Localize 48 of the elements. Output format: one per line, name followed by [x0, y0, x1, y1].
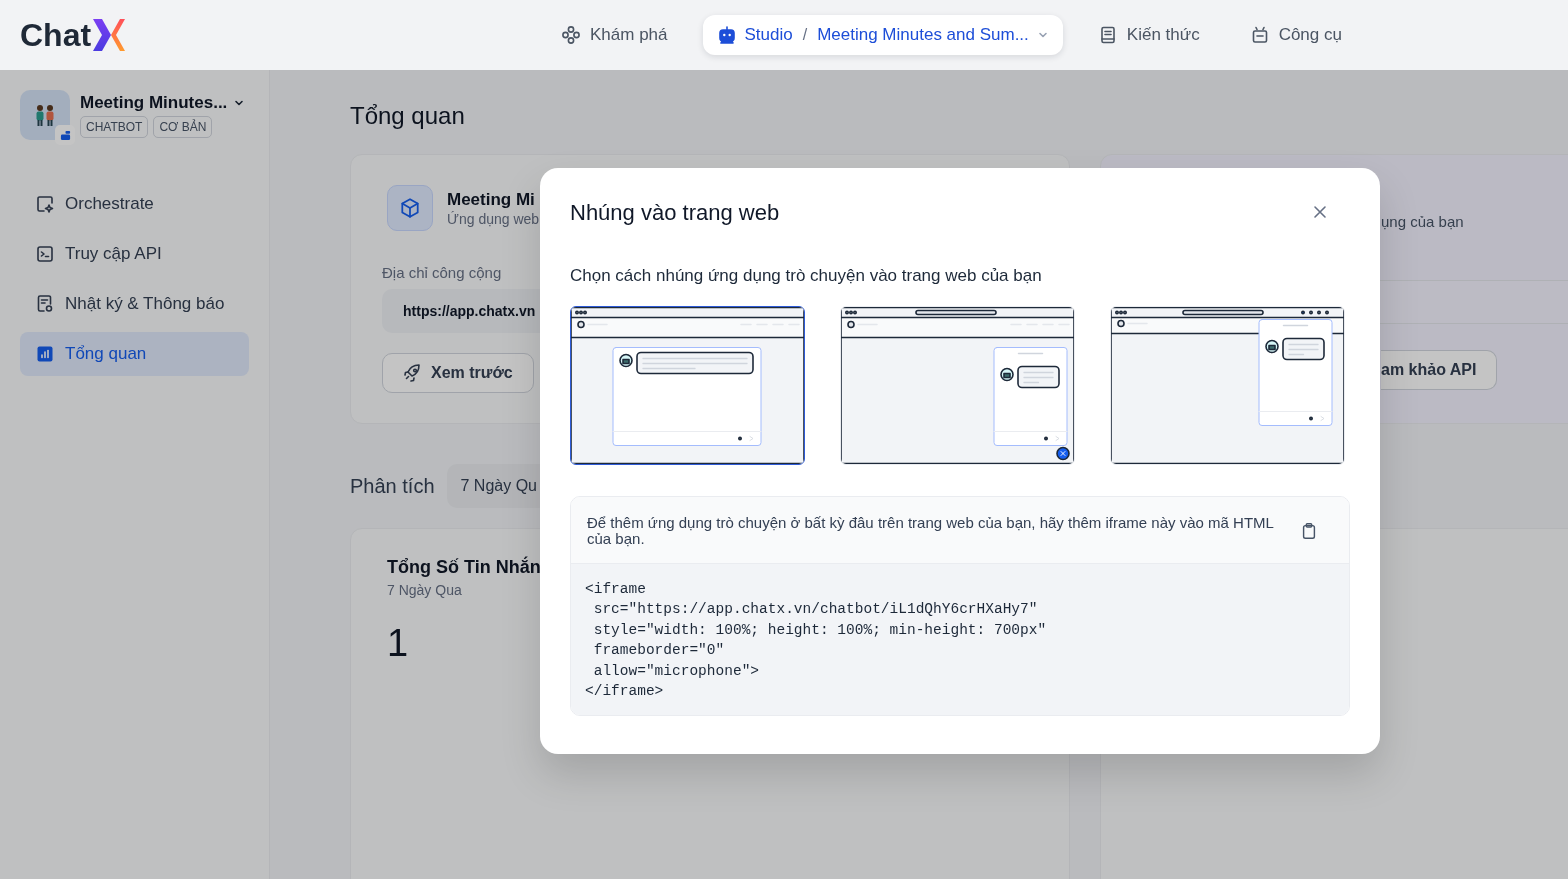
sidebar-item[interactable]: Truy cập API: [20, 232, 249, 276]
nav-tab[interactable]: Studio: [716, 25, 793, 45]
app-name: Meeting Minutes...: [80, 93, 228, 113]
stat-value: 1: [387, 622, 409, 665]
api-reference-button[interactable]: am khảo API: [1381, 350, 1498, 390]
code-line: style="width: 100%; height: 100%; min-height: 700px": [592, 620, 1048, 640]
four-circles-icon: [561, 25, 581, 45]
breadcrumb-separator: /: [802, 26, 808, 44]
app-dropdown[interactable]: Meeting Minutes and Sum...: [817, 25, 1049, 45]
nav-tab[interactable]: Kiến thức: [1076, 17, 1221, 53]
dialog-title: Nhúng vào trang web: [570, 200, 780, 226]
stat-title: Tổng Số Tin Nhắn: [387, 557, 541, 578]
embed-option[interactable]: [840, 306, 1075, 465]
logo-text: Chat: [20, 16, 92, 54]
sidebar-item[interactable]: Nhật ký & Thông báo: [20, 282, 249, 326]
app-tag: CƠ BẢN: [153, 116, 213, 138]
code-line: src="https://app.chatx.vn/chatbot/iL1dQhY6crHXaHy7": [592, 600, 1039, 620]
embed-option[interactable]: [1110, 306, 1345, 465]
robot-icon: [716, 25, 737, 45]
field-label: Địa chỉ công cộng: [382, 264, 502, 281]
card-title: Meeting Mi: [447, 189, 536, 210]
code-line: </iframe>: [585, 682, 665, 702]
dialog-subtitle: Chọn cách nhúng ứng dụng trò chuyện vào trang web của bạn: [570, 266, 1043, 286]
sidebar-item[interactable]: Orchestrate: [20, 182, 249, 226]
page-title: Tổng quan: [350, 102, 466, 130]
nav-tab[interactable]: Khám phá: [540, 17, 689, 53]
stat-period: 7 Ngày Qua: [387, 582, 462, 598]
terminal-icon: [35, 244, 55, 264]
embed-option[interactable]: [570, 306, 805, 465]
sparkle-window-icon: [35, 194, 55, 214]
code-line: allow="microphone">: [592, 661, 761, 681]
clipboard-icon: [1300, 522, 1318, 540]
app-tag: CHATBOT: [80, 116, 149, 138]
bar-chart-icon: [35, 344, 55, 364]
code-line: <iframe: [585, 580, 647, 599]
preview-button[interactable]: Xem trước: [382, 353, 534, 393]
logo-icon: [91, 18, 128, 52]
card-subtitle: Ứng dụng web: [447, 210, 539, 227]
card-subtitle: ụng của bạn: [1381, 213, 1465, 230]
rocket-icon: [403, 363, 423, 383]
nav-tab[interactable]: Công cụ: [1228, 17, 1363, 53]
section-title: Phân tích: [350, 474, 435, 498]
cube-icon: [399, 197, 421, 219]
instruction-text: Để thêm ứng dụng trò chuyện ở bất kỳ đâu trên trang web của bạn, hãy thêm iframe này vào mã HTML của bạn.: [587, 515, 1275, 547]
document-icon: [35, 294, 55, 314]
close-icon: [1312, 204, 1328, 220]
sidebar-item[interactable]: Tổng quan: [20, 332, 249, 376]
code-line: frameborder="0": [592, 641, 726, 661]
